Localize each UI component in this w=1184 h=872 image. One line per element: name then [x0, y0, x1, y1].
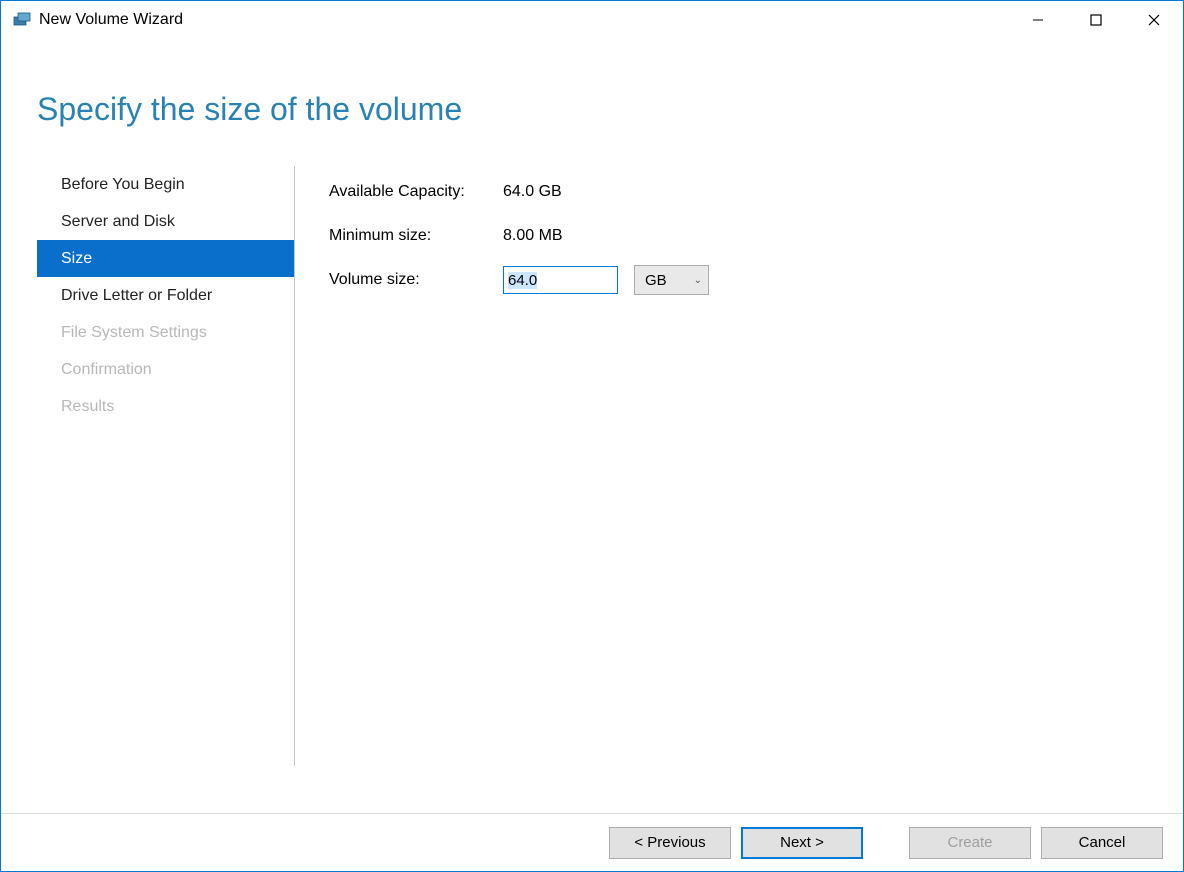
available-capacity-value: 64.0 GB [503, 183, 562, 201]
cancel-button[interactable]: Cancel [1041, 827, 1163, 859]
sidebar-item-size[interactable]: Size [37, 240, 294, 277]
page-title: Specify the size of the volume [37, 91, 1183, 128]
close-button[interactable] [1125, 1, 1183, 39]
available-capacity-label: Available Capacity: [329, 183, 503, 201]
sidebar-item-drive-letter-or-folder[interactable]: Drive Letter or Folder [37, 277, 294, 314]
sidebar-item-results: Results [37, 388, 294, 425]
maximize-button[interactable] [1067, 1, 1125, 39]
minimize-button[interactable] [1009, 1, 1067, 39]
app-icon [13, 11, 31, 29]
page-header: Specify the size of the volume [1, 39, 1183, 128]
sidebar-item-file-system-settings: File System Settings [37, 314, 294, 351]
sidebar-item-before-you-begin[interactable]: Before You Begin [37, 166, 294, 203]
footer-button-bar: < Previous Next > Create Cancel [1, 813, 1183, 871]
sidebar-item-confirmation: Confirmation [37, 351, 294, 388]
volume-size-unit-dropdown[interactable]: GB ⌄ [634, 265, 709, 295]
next-button[interactable]: Next > [741, 827, 863, 859]
create-button: Create [909, 827, 1031, 859]
sidebar-item-server-and-disk[interactable]: Server and Disk [37, 203, 294, 240]
previous-button[interactable]: < Previous [609, 827, 731, 859]
volume-size-label: Volume size: [329, 271, 503, 289]
window-title: New Volume Wizard [39, 11, 183, 29]
volume-size-input[interactable]: 64.0 [503, 266, 618, 294]
content-area: Available Capacity: 64.0 GB Minimum size… [295, 166, 709, 766]
chevron-down-icon: ⌄ [694, 275, 702, 286]
wizard-steps-sidebar: Before You Begin Server and Disk Size Dr… [1, 166, 295, 766]
titlebar: New Volume Wizard [1, 1, 1183, 39]
minimum-size-label: Minimum size: [329, 227, 503, 245]
volume-size-unit-selected: GB [645, 272, 667, 289]
minimum-size-value: 8.00 MB [503, 227, 563, 245]
